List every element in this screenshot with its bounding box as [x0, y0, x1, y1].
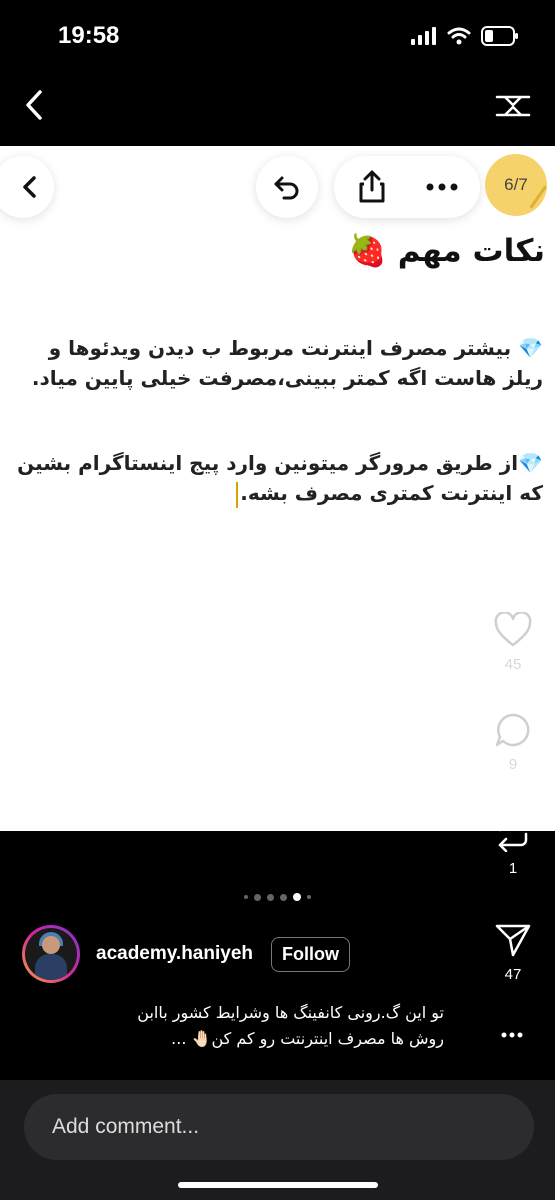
back-icon[interactable]: [18, 88, 52, 122]
like-count: 45: [504, 656, 522, 673]
home-indicator: [178, 1182, 378, 1188]
carousel-dots: [0, 893, 555, 901]
post-caption[interactable]: تو این گ.رونی کانفینگ ها وشرایط کشور باا…: [24, 1000, 444, 1052]
adjust-icon[interactable]: [495, 86, 531, 126]
top-nav: [0, 74, 555, 146]
carousel-dot-active: [293, 893, 301, 901]
post-heading: نکات مهم 🍓: [348, 233, 545, 269]
avatar[interactable]: [22, 925, 80, 983]
comment-icon[interactable]: [494, 712, 532, 748]
chevron-left-icon: [23, 176, 36, 198]
post-paragraph-1: 💎 بیشتر مصرف اینترنت مربوط ب دیدن ویدئوه…: [31, 336, 543, 390]
carousel-dot: [280, 893, 287, 901]
more-icon[interactable]: [426, 183, 458, 191]
like-action[interactable]: 45: [493, 611, 533, 673]
post-image[interactable]: 6/7 نکات مهم 🍓 💎 بیشتر مصرف اینترنت مربو…: [0, 146, 555, 831]
undo-icon: [274, 176, 299, 200]
status-time: 19:58: [58, 22, 120, 49]
comment-count: 9: [508, 756, 518, 773]
send-action[interactable]: 47: [493, 922, 533, 983]
text-cursor: [236, 481, 239, 508]
carousel-dot: [307, 895, 311, 899]
carousel-dot: [244, 895, 248, 899]
carousel-dot: [254, 893, 261, 901]
comment-input[interactable]: [24, 1094, 534, 1160]
carousel-dot: [267, 893, 274, 901]
share-more-group: [334, 156, 480, 218]
signal-icon: [411, 27, 436, 45]
repost-count: 1: [508, 860, 518, 877]
status-bar: 19:58: [0, 0, 555, 74]
page-indicator: 6/7: [485, 154, 547, 216]
battery-icon: [481, 26, 518, 46]
comment-action[interactable]: 9: [493, 712, 533, 773]
undo-button[interactable]: [256, 156, 318, 218]
post-paragraph-2: 💎از طریق مرورگر میتونین وارد پیج اینستاگ…: [13, 448, 543, 508]
share-count: 47: [504, 966, 522, 983]
wifi-icon: [447, 27, 471, 45]
repost-icon[interactable]: [494, 811, 532, 853]
follow-button[interactable]: Follow: [271, 936, 351, 972]
repost-action[interactable]: 1: [493, 811, 533, 877]
author-username[interactable]: academy.haniyeh: [96, 943, 253, 965]
send-icon[interactable]: [494, 922, 532, 958]
author-row: academy.haniyeh Follow: [22, 924, 351, 984]
story-back-button[interactable]: [0, 156, 54, 218]
share-icon[interactable]: [356, 170, 388, 204]
caption-more-icon[interactable]: [501, 1032, 523, 1038]
heart-icon[interactable]: [494, 611, 532, 648]
caption-line-1: تو این گ.رونی کانفینگ ها وشرایط کشور باا…: [137, 1003, 444, 1022]
caption-line-2: روش ها مصرف اینترنتت رو کم کن🤚🏻 ...: [171, 1029, 444, 1048]
